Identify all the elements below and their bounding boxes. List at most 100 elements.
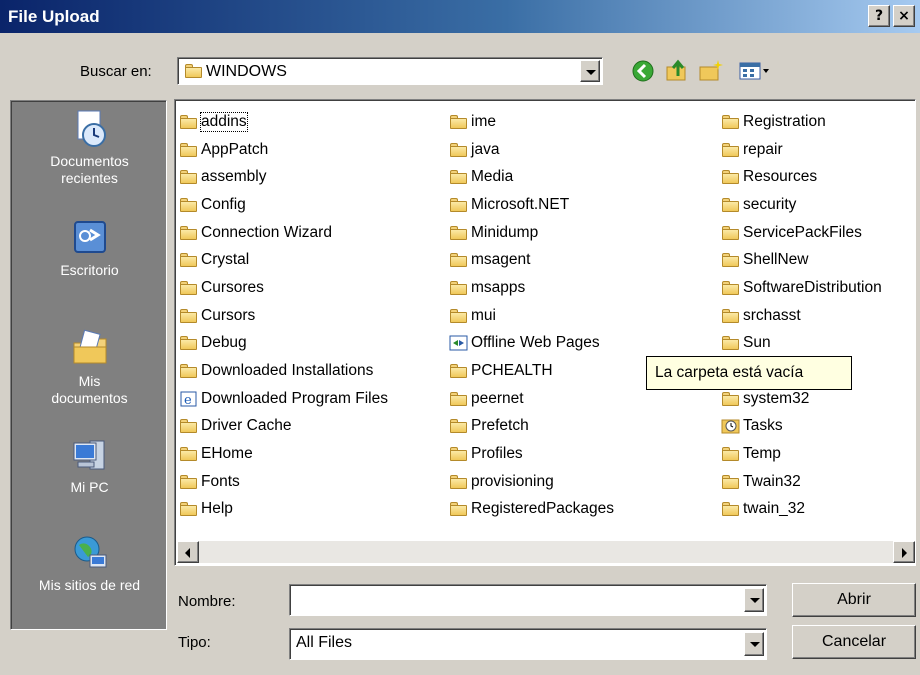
file-list-item[interactable]: e Downloaded Program Files xyxy=(179,385,388,413)
folder-icon xyxy=(721,114,741,130)
scroll-right-button[interactable] xyxy=(893,541,915,563)
file-list-item[interactable]: java xyxy=(449,136,614,164)
file-list-item[interactable]: repair xyxy=(721,136,882,164)
close-button[interactable]: × xyxy=(893,5,915,27)
folder-icon xyxy=(721,142,741,158)
file-list-item[interactable]: addins xyxy=(179,108,388,136)
filename-dropdown-button[interactable] xyxy=(744,588,764,612)
file-name: provisioning xyxy=(471,472,554,490)
file-list-item[interactable]: ime xyxy=(449,108,614,136)
file-list-item[interactable]: peernet xyxy=(449,385,614,413)
file-name: srchasst xyxy=(743,306,801,324)
file-name: msagent xyxy=(471,251,531,269)
look-in-dropdown-button[interactable] xyxy=(580,60,600,82)
filetype-dropdown-button[interactable] xyxy=(744,632,764,656)
file-list-item[interactable]: assembly xyxy=(179,163,388,191)
folder-icon xyxy=(449,142,469,158)
file-list-item[interactable]: Debug xyxy=(179,330,388,358)
file-list[interactable]: addins AppPatch assembly Config Connection W… xyxy=(174,99,916,566)
file-list-item[interactable]: Fonts xyxy=(179,468,388,496)
file-list-item[interactable]: SoftwareDistribution xyxy=(721,274,882,302)
file-list-item[interactable]: Sun xyxy=(721,330,882,358)
file-list-item[interactable]: Minidump xyxy=(449,219,614,247)
file-list-item[interactable]: twain_32 xyxy=(721,496,882,524)
help-button[interactable]: ? xyxy=(868,5,890,27)
new-folder-icon[interactable] xyxy=(698,58,724,84)
open-button[interactable]: Abrir xyxy=(792,583,916,617)
file-list-item[interactable]: Cursores xyxy=(179,274,388,302)
folder-icon xyxy=(721,308,741,324)
file-name: Cursors xyxy=(201,306,256,324)
file-list-item[interactable]: Prefetch xyxy=(449,413,614,441)
folder-icon xyxy=(449,501,469,517)
folder-icon xyxy=(721,169,741,185)
up-folder-icon[interactable] xyxy=(664,58,690,84)
look-in-combo[interactable]: WINDOWS xyxy=(177,57,603,85)
file-list-item[interactable]: Cursors xyxy=(179,302,388,330)
internet-explorer-icon: e xyxy=(179,391,199,408)
empty-folder-tooltip: La carpeta está vacía xyxy=(646,356,852,390)
file-list-item[interactable]: msagent xyxy=(449,246,614,274)
file-list-item[interactable]: Offline Web Pages xyxy=(449,330,614,358)
place-network[interactable]: Mis sitios de red xyxy=(11,533,168,594)
file-name: Fonts xyxy=(201,472,240,490)
place-recent-documents[interactable]: Documentos recientes xyxy=(11,109,168,187)
file-name: Crystal xyxy=(201,251,250,269)
file-name: PCHEALTH xyxy=(471,362,553,380)
filetype-select[interactable]: All Files xyxy=(289,628,767,660)
file-column-3: Registration repair Resources security Servi… xyxy=(721,108,882,523)
folder-icon xyxy=(179,142,199,158)
file-name: Downloaded Installations xyxy=(201,362,374,380)
file-list-item[interactable]: ShellNew xyxy=(721,246,882,274)
folder-icon xyxy=(449,308,469,324)
folder-icon xyxy=(179,308,199,324)
file-list-item[interactable]: mui xyxy=(449,302,614,330)
my-documents-icon xyxy=(70,329,110,369)
file-list-item[interactable]: Media xyxy=(449,163,614,191)
scheduled-tasks-icon xyxy=(721,418,741,434)
file-list-item[interactable]: security xyxy=(721,191,882,219)
file-list-item[interactable]: Downloaded Installations xyxy=(179,357,388,385)
file-list-item[interactable]: Driver Cache xyxy=(179,413,388,441)
file-list-item[interactable]: Registration xyxy=(721,108,882,136)
file-list-item[interactable]: Config xyxy=(179,191,388,219)
file-list-item[interactable]: Tasks xyxy=(721,413,882,441)
file-list-item[interactable]: Twain32 xyxy=(721,468,882,496)
file-name: EHome xyxy=(201,445,253,463)
folder-icon xyxy=(449,418,469,434)
place-my-documents[interactable]: Mis documentos xyxy=(11,329,168,407)
file-list-item[interactable]: srchasst xyxy=(721,302,882,330)
file-name: Temp xyxy=(743,445,781,463)
folder-icon xyxy=(179,225,199,241)
look-in-label: Buscar en: xyxy=(80,63,152,80)
folder-icon xyxy=(179,169,199,185)
back-icon[interactable] xyxy=(630,58,656,84)
file-list-item[interactable]: ServicePackFiles xyxy=(721,219,882,247)
scroll-left-button[interactable] xyxy=(177,541,199,563)
folder-icon xyxy=(449,225,469,241)
file-list-item[interactable]: provisioning xyxy=(449,468,614,496)
folder-icon xyxy=(721,335,741,351)
folder-icon xyxy=(721,197,741,213)
place-desktop[interactable]: Escritorio xyxy=(11,218,168,279)
place-my-computer[interactable]: Mi PC xyxy=(11,435,168,496)
horizontal-scrollbar[interactable] xyxy=(177,541,915,563)
file-list-item[interactable]: Profiles xyxy=(449,440,614,468)
file-list-item[interactable]: RegisteredPackages xyxy=(449,496,614,524)
file-list-item[interactable]: Temp xyxy=(721,440,882,468)
file-list-item[interactable]: Resources xyxy=(721,163,882,191)
file-list-item[interactable]: Help xyxy=(179,496,388,524)
filename-input[interactable] xyxy=(289,584,767,616)
file-list-item[interactable]: Crystal xyxy=(179,246,388,274)
file-list-item[interactable]: EHome xyxy=(179,440,388,468)
file-name: system32 xyxy=(743,389,810,407)
file-list-item[interactable]: AppPatch xyxy=(179,136,388,164)
file-name: Microsoft.NET xyxy=(471,195,570,213)
file-list-item[interactable]: Connection Wizard xyxy=(179,219,388,247)
file-list-item[interactable]: msapps xyxy=(449,274,614,302)
file-list-item[interactable]: PCHEALTH xyxy=(449,357,614,385)
cancel-button[interactable]: Cancelar xyxy=(792,625,916,659)
folder-icon xyxy=(179,114,199,130)
file-list-item[interactable]: Microsoft.NET xyxy=(449,191,614,219)
view-menu-icon[interactable] xyxy=(738,58,772,84)
